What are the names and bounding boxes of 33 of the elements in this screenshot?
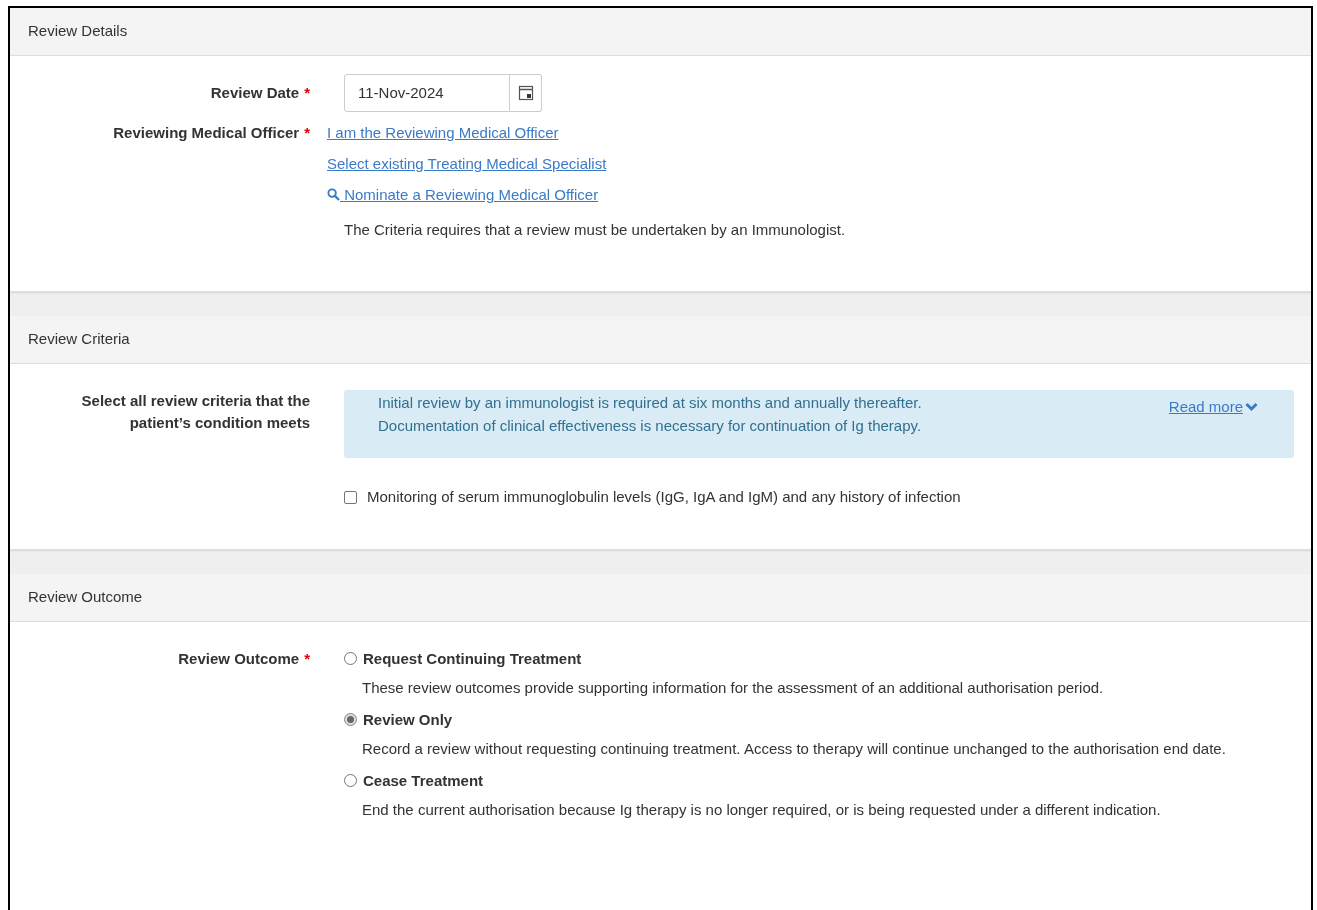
checkbox-label: Monitoring of serum immunoglobulin levels (IgG, IgA and IgM) and any history of infection [367, 487, 961, 507]
link[interactable]: I am the Reviewing Medical Officer [327, 122, 846, 144]
link[interactable]: Select existing Treating Medical Specialist [327, 153, 846, 175]
checkbox[interactable] [344, 490, 357, 504]
radio-label: Review Only [363, 709, 453, 730]
radio-button[interactable] [344, 652, 357, 665]
required-asterisk: * [304, 124, 310, 141]
radio-button[interactable] [344, 713, 357, 726]
date-field[interactable]: 11-Nov-2024 [344, 74, 510, 112]
section-header: Review Details [10, 8, 1311, 56]
info-text: Initial review by an immunologist is required at six months and annually thereafter. [378, 393, 923, 413]
radio-label: Request Continuing Treatment [363, 648, 582, 669]
criteria-note: The Criteria requires that a review must be undertaken by an Immunologist. [344, 220, 846, 240]
required-asterisk: * [304, 649, 310, 667]
field-label: Reviewing Medical Officer [113, 124, 300, 141]
radio-button[interactable] [344, 774, 357, 787]
search-icon [327, 188, 340, 201]
field-label: Select all review criteria that the patient’s condition meets [80, 391, 310, 433]
field-label: Review Date [210, 84, 300, 101]
link[interactable]: Nominate a Reviewing Medical Officer [327, 184, 846, 206]
chevron-down-icon [1245, 402, 1258, 413]
option-description: End the current authorisation because Ig therapy is no longer required, or is being requested under a different indication. [362, 799, 1162, 820]
calendar-icon [517, 85, 534, 101]
field-label: Review Outcome [178, 649, 300, 667]
calendar-button[interactable] [510, 74, 542, 112]
info-text: Documentation of clinical effectiveness is necessary for continuation of Ig therapy. [378, 416, 923, 436]
section-header: Review Criteria [10, 316, 1311, 364]
required-asterisk: * [304, 84, 310, 101]
read-more-link[interactable]: Read more [1168, 396, 1258, 419]
section-header: Review Outcome [10, 573, 1311, 622]
option-description: These review outcomes provide supporting information for the assessment of an additional authorisation period. [362, 677, 1105, 698]
option-description: Record a review without requesting continuing treatment. Access to therapy will continue unchanged to the authorisation end date. [362, 738, 1227, 759]
radio-label: Cease Treatment [363, 770, 484, 791]
